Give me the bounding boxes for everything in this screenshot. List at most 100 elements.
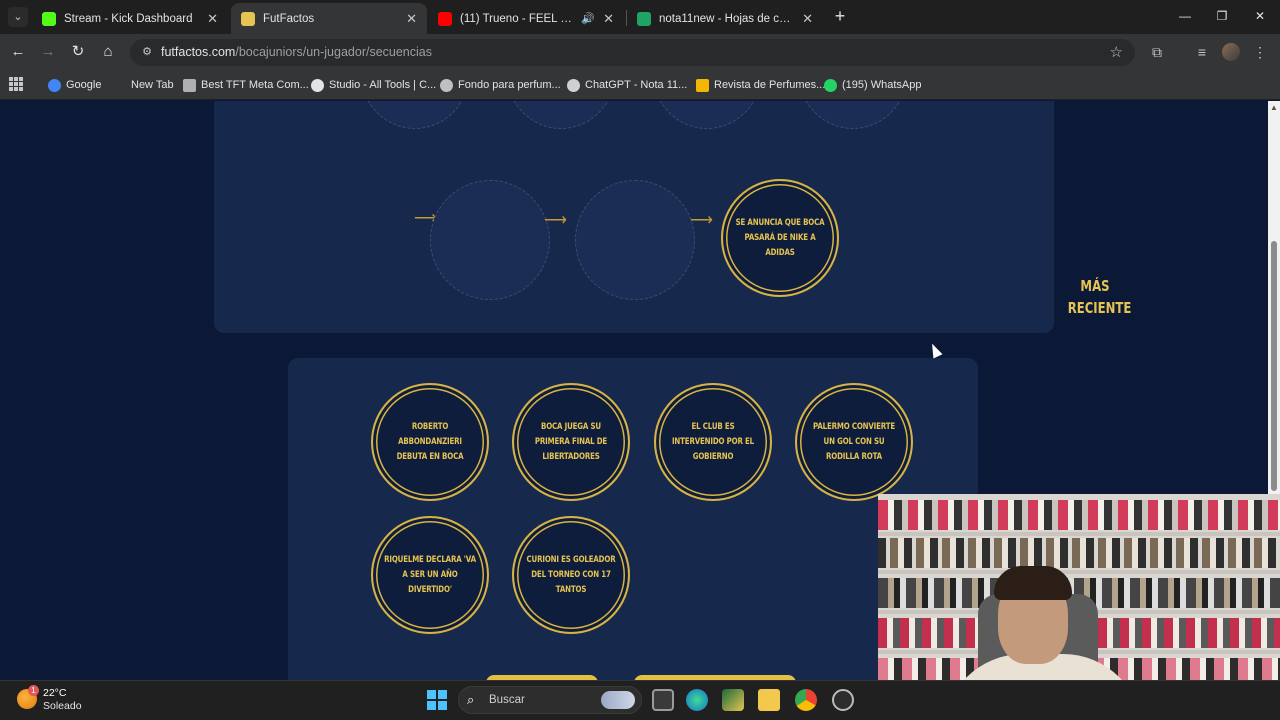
bookmark-label: Fondo para perfum... — [458, 79, 561, 91]
media-controls-icon[interactable]: ≡ — [1192, 42, 1212, 62]
apps-grid-icon[interactable] — [9, 77, 23, 91]
event-card[interactable]: SE ANUNCIA QUE BOCA PASARÁ DE NIKE A ADI… — [721, 179, 839, 297]
sheets-icon — [637, 11, 651, 26]
extensions-puzzle-icon[interactable]: ⧉ — [1147, 42, 1167, 62]
close-icon[interactable]: ✕ — [406, 11, 417, 27]
event-text: ROBERTO ABBONDANZIERI DEBUTA EN BOCA — [396, 421, 464, 462]
obs-icon[interactable] — [832, 689, 854, 711]
search-placeholder: Buscar — [489, 694, 525, 706]
events-options-panel: ROBERTO ABBONDANZIERI DEBUTA EN BOCA BOC… — [288, 358, 978, 680]
file-explorer-icon[interactable] — [758, 689, 780, 711]
event-card[interactable]: EL CLUB ES INTERVENIDO POR EL GOBIERNO — [654, 383, 772, 501]
taskbar-search-box[interactable]: ⌕ Buscar — [458, 686, 642, 714]
bookmark-revista-perfumes[interactable]: Revista de Perfumes... — [696, 76, 825, 94]
empty-slot[interactable] — [430, 180, 550, 300]
site-info-icon[interactable]: ⚙ — [140, 45, 154, 59]
most-recent-label: MÁS RECIENTE — [1067, 277, 1132, 317]
arrow-right-icon: ⟶ — [544, 212, 567, 229]
bookmark-fondo-perfumes[interactable]: Fondo para perfum... — [440, 76, 561, 94]
studio-icon — [311, 78, 324, 92]
menu-kebab-icon[interactable]: ⋮ — [1250, 42, 1270, 62]
event-card[interactable]: PALERMO CONVIERTE UN GOL CON SU RODILLA … — [795, 383, 913, 501]
scroll-thumb[interactable] — [1271, 241, 1277, 491]
bookmark-new-tab[interactable]: New Tab — [131, 76, 174, 94]
bookmark-studio[interactable]: Studio - All Tools | C... — [311, 76, 436, 94]
sequence-panel-top: ⟶ ⟶ ⟶ SE ANUNCIA QUE BOCA PASARÁ DE NIKE… — [214, 101, 1054, 333]
weather-description[interactable]: Soleado — [43, 700, 82, 712]
bookmark-chatgpt[interactable]: ChatGPT - Nota 11... — [567, 76, 687, 94]
speaker-icon[interactable]: 🔊 — [581, 12, 595, 25]
tft-icon — [183, 78, 196, 92]
event-text: RIQUELME DECLARA 'VA A SER UN AÑO DIVERT… — [384, 554, 476, 595]
new-tab-plus-icon[interactable]: + — [830, 6, 850, 26]
whatsapp-icon — [824, 78, 837, 92]
futfactos-icon — [241, 11, 255, 26]
empty-slot[interactable] — [575, 180, 695, 300]
search-icon: ⌕ — [467, 692, 475, 707]
tab-bar: ⌄ Stream - Kick Dashboard ✕ FutFactos ✕ … — [0, 0, 1280, 34]
bookmark-label: New Tab — [131, 79, 174, 91]
bookmark-whatsapp[interactable]: (195) WhatsApp — [824, 76, 921, 94]
bookmark-star-icon[interactable]: ☆ — [1110, 43, 1123, 61]
scroll-up-arrow-icon[interactable]: ▲ — [1270, 103, 1278, 112]
event-card[interactable]: ROBERTO ABBONDANZIERI DEBUTA EN BOCA — [371, 383, 489, 501]
flag-icon — [696, 78, 709, 92]
forward-arrow-icon[interactable]: → — [38, 42, 58, 62]
minecraft-launcher-icon[interactable] — [722, 689, 744, 711]
close-icon[interactable]: ✕ — [802, 11, 813, 27]
chrome-icon[interactable] — [795, 689, 817, 711]
bookmark-label: Best TFT Meta Com... — [201, 79, 309, 91]
empty-slot[interactable] — [360, 101, 470, 129]
tab-title: (11) Trueno - FEEL ME?? (Vi — [460, 12, 575, 25]
event-text: PALERMO CONVIERTE UN GOL CON SU RODILLA … — [812, 421, 896, 462]
window-close-icon[interactable]: ✕ — [1245, 6, 1275, 26]
url-path: /bocajuniors/un-jugador/secuencias — [235, 45, 432, 59]
event-text: CURIONI ES GOLEADOR DEL TORNEO CON 17 TA… — [526, 554, 616, 595]
empty-slot[interactable] — [798, 101, 908, 129]
tab-futfactos[interactable]: FutFactos ✕ — [231, 3, 427, 34]
chatgpt-icon — [440, 78, 453, 92]
weather-temperature[interactable]: 22°C — [43, 687, 66, 699]
youtube-icon — [438, 11, 452, 26]
bookmark-label: Revista de Perfumes... — [714, 79, 826, 91]
bookmark-label: Studio - All Tools | C... — [329, 79, 437, 91]
event-card[interactable]: RIQUELME DECLARA 'VA A SER UN AÑO DIVERT… — [371, 516, 489, 634]
close-icon[interactable]: ✕ — [207, 11, 218, 27]
url-domain: futfactos.com — [161, 45, 236, 59]
tab-kick-dashboard[interactable]: Stream - Kick Dashboard ✕ — [32, 3, 228, 34]
minimize-icon[interactable]: — — [1170, 6, 1200, 26]
chatgpt-icon — [567, 78, 580, 92]
url-text[interactable]: futfactos.com/bocajuniors/un-jugador/sec… — [161, 45, 432, 59]
tab-title: nota11new - Hojas de cálculo d — [659, 12, 794, 25]
weather-notification-badge: 1 — [28, 685, 39, 696]
restore-icon[interactable]: ❐ — [1207, 6, 1237, 26]
arrow-right-icon: ⟶ — [690, 212, 713, 229]
kick-icon — [42, 11, 56, 26]
google-icon — [48, 78, 61, 92]
bookmark-google[interactable]: Google — [48, 76, 101, 94]
close-icon[interactable]: ✕ — [603, 11, 614, 27]
event-card[interactable]: BOCA JUEGA SU PRIMERA FINAL DE LIBERTADO… — [512, 383, 630, 501]
event-card[interactable]: CURIONI ES GOLEADOR DEL TORNEO CON 17 TA… — [512, 516, 630, 634]
tab-title: Stream - Kick Dashboard — [64, 12, 193, 25]
empty-slot[interactable] — [652, 101, 762, 129]
windows-start-icon[interactable] — [427, 690, 447, 710]
empty-slot[interactable] — [506, 101, 616, 129]
reload-icon[interactable]: ↻ — [68, 42, 88, 62]
browser-toolbar: ← → ↻ ⌂ ⚙ futfactos.com/bocajuniors/un-j… — [0, 34, 1280, 70]
bookmark-tft-meta[interactable]: Best TFT Meta Com... — [183, 76, 309, 94]
tab-youtube-trueno[interactable]: (11) Trueno - FEEL ME?? (Vi 🔊 ✕ — [428, 3, 624, 34]
home-icon[interactable]: ⌂ — [98, 42, 118, 62]
back-arrow-icon[interactable]: ← — [8, 42, 28, 62]
event-text: EL CLUB ES INTERVENIDO POR EL GOBIERNO — [671, 421, 755, 462]
tab-search-chevron-icon[interactable]: ⌄ — [8, 7, 28, 27]
task-view-icon[interactable] — [652, 689, 674, 711]
event-text: BOCA JUEGA SU PRIMERA FINAL DE LIBERTADO… — [534, 421, 608, 462]
profile-avatar[interactable] — [1222, 43, 1240, 61]
tab-google-sheets[interactable]: nota11new - Hojas de cálculo d ✕ — [627, 3, 823, 34]
edge-icon[interactable] — [686, 689, 708, 711]
event-text: SE ANUNCIA QUE BOCA PASARÁ DE NIKE A ADI… — [735, 217, 825, 258]
bookmark-label: (195) WhatsApp — [842, 79, 922, 91]
address-bar[interactable]: ⚙ futfactos.com/bocajuniors/un-jugador/s… — [130, 39, 1135, 66]
bookmark-label: ChatGPT - Nota 11... — [585, 79, 688, 91]
